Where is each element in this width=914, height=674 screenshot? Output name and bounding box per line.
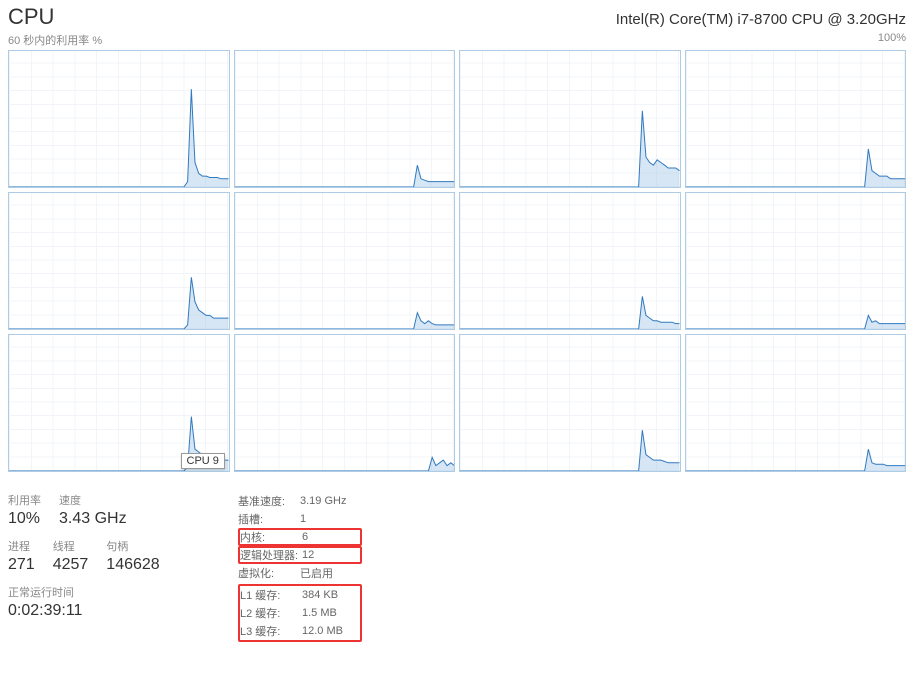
cpu-graph-11[interactable] <box>685 334 907 472</box>
cpu-graph-7[interactable] <box>685 192 907 330</box>
stat-uptime: 正常运行时间 0:02:39:11 <box>8 584 198 620</box>
row-logical-processors: 逻辑处理器:12 <box>238 546 362 564</box>
row-l2: L2 缓存:1.5 MB <box>240 604 360 622</box>
cpu-graph-6[interactable] <box>459 192 681 330</box>
row-sockets: 插槽:1 <box>238 510 362 528</box>
cpu-graph-4[interactable] <box>8 192 230 330</box>
cache-highlight: L1 缓存:384 KB L2 缓存:1.5 MB L3 缓存:12.0 MB <box>238 584 362 642</box>
row-virtualization: 虚拟化:已启用 <box>238 564 362 582</box>
stat-handles: 句柄 146628 <box>106 538 159 574</box>
cpu-graphs-grid: CPU 9 <box>0 48 914 476</box>
cpu-tooltip: CPU 9 <box>181 453 225 469</box>
axis-left: 60 秒内的利用率 % <box>8 32 102 48</box>
cpu-graph-5[interactable] <box>234 192 456 330</box>
stat-processes: 进程 271 <box>8 538 35 574</box>
primary-stats: 利用率 10% 速度 3.43 GHz 进程 271 线程 4257 句柄 14… <box>8 492 198 642</box>
header: CPU Intel(R) Core(TM) i7-8700 CPU @ 3.20… <box>0 0 914 30</box>
row-l3: L3 缓存:12.0 MB <box>240 622 360 640</box>
row-l1: L1 缓存:384 KB <box>240 586 360 604</box>
cpu-graph-1[interactable] <box>234 50 456 188</box>
cpu-model: Intel(R) Core(TM) i7-8700 CPU @ 3.20GHz <box>616 11 906 28</box>
row-cores: 内核:6 <box>238 528 362 546</box>
cpu-graph-0[interactable] <box>8 50 230 188</box>
cpu-graph-2[interactable] <box>459 50 681 188</box>
cpu-graph-3[interactable] <box>685 50 907 188</box>
cpu-graph-8[interactable] <box>8 334 230 472</box>
stat-utilization: 利用率 10% <box>8 492 41 528</box>
system-info: 基准速度:3.19 GHz 插槽:1 内核:6 逻辑处理器:12 虚拟化:已启用… <box>238 492 362 642</box>
bottom-panel: 利用率 10% 速度 3.43 GHz 进程 271 线程 4257 句柄 14… <box>0 476 914 650</box>
stat-threads: 线程 4257 <box>53 538 89 574</box>
stat-speed: 速度 3.43 GHz <box>59 492 127 528</box>
cpu-graph-9[interactable]: CPU 9 <box>234 334 456 472</box>
axis-labels: 60 秒内的利用率 % 100% <box>0 32 914 48</box>
row-base-speed: 基准速度:3.19 GHz <box>238 492 362 510</box>
axis-right: 100% <box>878 32 906 48</box>
page-title: CPU <box>8 4 54 30</box>
cpu-graph-10[interactable] <box>459 334 681 472</box>
